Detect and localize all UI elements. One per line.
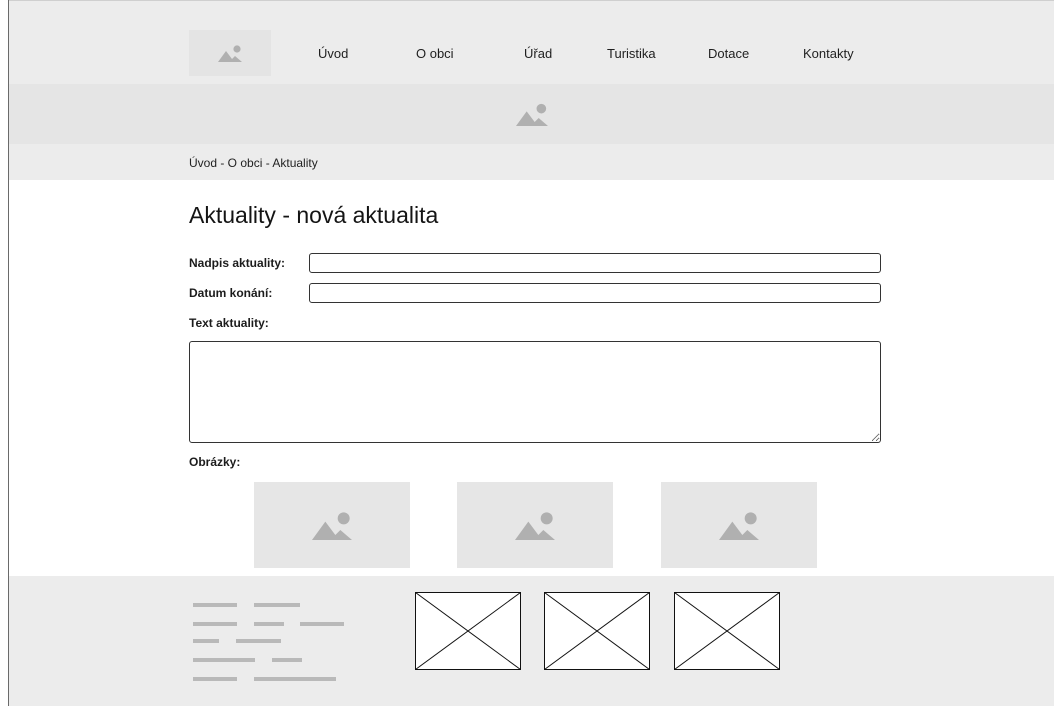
images-label: Obrázky: [189, 455, 241, 469]
nav-item-turistika[interactable]: Turistika [607, 46, 656, 61]
image-x-placeholder[interactable] [674, 592, 780, 670]
image-placeholder-icon [516, 103, 548, 126]
headline-input[interactable] [309, 253, 881, 273]
header-banner [9, 84, 1054, 144]
image-placeholder-icon [218, 45, 242, 62]
top-navigation-bar: Úvod O obci Úřad Turistika Dotace Kontak… [9, 0, 1054, 84]
nav-item-kontakty[interactable]: Kontakty [803, 46, 854, 61]
image-placeholder-icon [719, 512, 759, 540]
image-placeholder-icon [312, 512, 352, 540]
breadcrumb-bar: Úvod - O obci - Aktuality [9, 144, 1054, 180]
image-x-placeholder[interactable] [544, 592, 650, 670]
nav-item-uvod[interactable]: Úvod [318, 46, 348, 61]
image-slot-2[interactable] [457, 482, 613, 568]
page-title: Aktuality - nová aktualita [189, 202, 439, 228]
image-placeholder-icon [515, 512, 555, 540]
text-textarea[interactable] [189, 341, 881, 443]
image-x-placeholder[interactable] [415, 592, 521, 670]
nav-item-urad[interactable]: Úřad [524, 46, 552, 61]
text-label: Text aktuality: [189, 316, 269, 330]
footer [9, 576, 1054, 706]
logo[interactable] [189, 30, 271, 76]
headline-label: Nadpis aktuality: [189, 256, 286, 270]
nav-item-o-obci[interactable]: O obci [416, 46, 454, 61]
nav-item-dotace[interactable]: Dotace [708, 46, 749, 61]
page-frame: Úvod O obci Úřad Turistika Dotace Kontak… [8, 0, 1054, 706]
image-slot-1[interactable] [254, 482, 410, 568]
breadcrumb[interactable]: Úvod - O obci - Aktuality [189, 156, 318, 170]
date-input[interactable] [309, 283, 881, 303]
image-slot-3[interactable] [661, 482, 817, 568]
date-label: Datum konání: [189, 286, 273, 300]
